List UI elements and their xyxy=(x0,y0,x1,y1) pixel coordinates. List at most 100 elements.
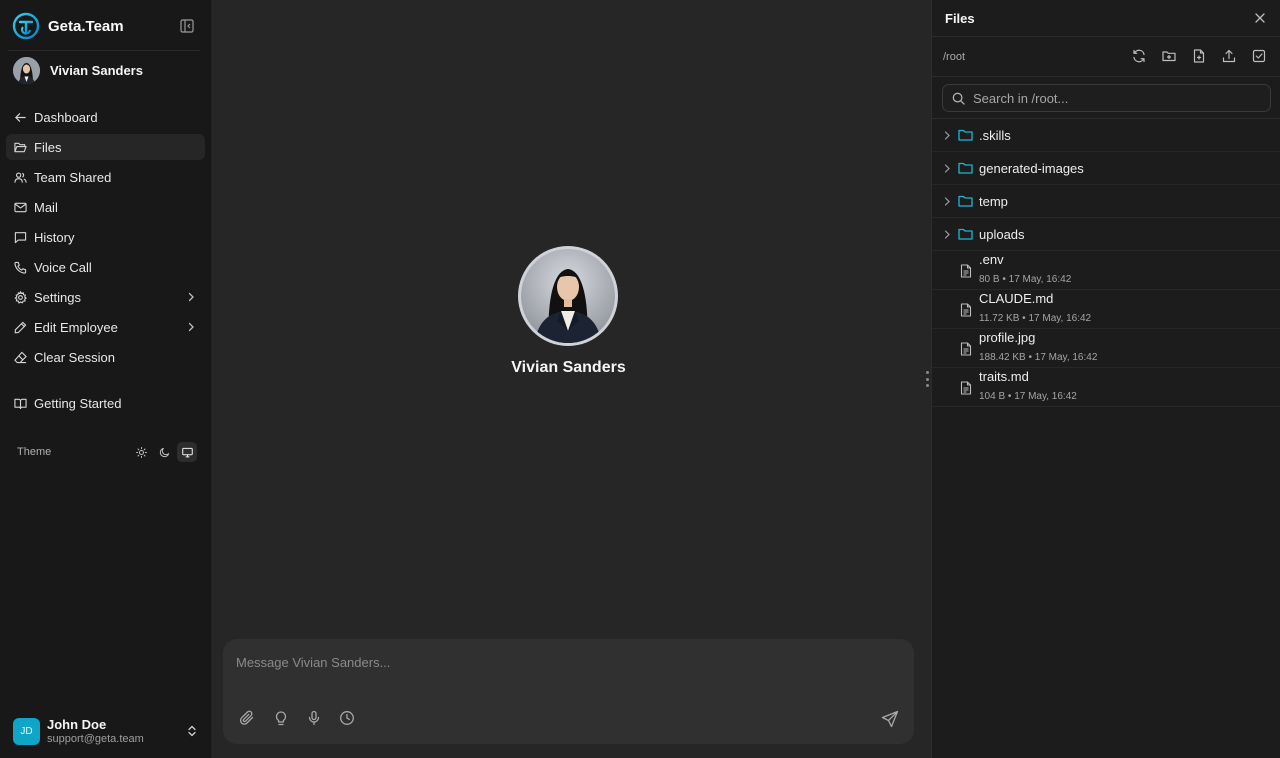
paperclip-icon xyxy=(239,710,254,725)
chevron-right-icon[interactable] xyxy=(943,197,951,206)
sidebar-item-getting-started[interactable]: Getting Started xyxy=(6,390,205,416)
users-icon xyxy=(14,171,27,183)
sidebar: Geta.Team Vivian Sanders Dashboard Files xyxy=(0,0,212,758)
file-text-icon xyxy=(960,264,972,278)
message-input[interactable] xyxy=(236,655,836,670)
panel-resize-handle[interactable] xyxy=(926,371,930,387)
sidebar-item-label: Settings xyxy=(34,289,81,305)
employee-profile-avatar xyxy=(518,246,618,346)
microphone-icon xyxy=(308,710,320,726)
voice-input-button[interactable] xyxy=(306,710,324,728)
file-meta: 11.72 KB • 17 May, 16:42 xyxy=(979,313,1092,324)
sidebar-collapse-icon[interactable] xyxy=(180,19,194,33)
file-text-icon xyxy=(960,342,972,356)
sidebar-item-clear-session[interactable]: Clear Session xyxy=(6,344,205,370)
sidebar-item-voice-call[interactable]: Voice Call xyxy=(6,254,205,280)
user-name: John Doe xyxy=(47,716,107,732)
folder-plus-icon xyxy=(1162,51,1176,62)
refresh-button[interactable] xyxy=(1132,49,1148,65)
sidebar-item-dashboard[interactable]: Dashboard xyxy=(6,104,205,130)
folder-name: temp xyxy=(979,194,1008,209)
checkbox-icon xyxy=(1252,49,1266,63)
new-folder-button[interactable] xyxy=(1162,49,1178,65)
employee-name: Vivian Sanders xyxy=(50,63,143,78)
send-button[interactable] xyxy=(881,710,899,728)
schedule-button[interactable] xyxy=(339,710,357,728)
chevron-right-icon[interactable] xyxy=(943,164,951,173)
sidebar-nav: Dashboard Files Team Shared Mail History… xyxy=(6,104,205,374)
file-search xyxy=(942,84,1271,112)
folder-name: .skills xyxy=(979,128,1011,143)
moon-icon xyxy=(159,447,169,457)
files-toolbar xyxy=(1132,49,1268,65)
sidebar-item-history[interactable]: History xyxy=(6,224,205,250)
file-name: .env xyxy=(979,252,1004,267)
arrow-left-icon xyxy=(15,112,26,122)
sidebar-item-label: Team Shared xyxy=(34,169,112,185)
file-row[interactable]: .env 80 B • 17 May, 16:42 xyxy=(932,251,1280,290)
new-file-button[interactable] xyxy=(1192,49,1208,65)
user-email: support@geta.team xyxy=(47,732,144,745)
theme-light-button[interactable] xyxy=(131,442,151,462)
sidebar-item-team-shared[interactable]: Team Shared xyxy=(6,164,205,190)
folder-open-icon xyxy=(14,142,27,152)
file-row[interactable]: CLAUDE.md 11.72 KB • 17 May, 16:42 xyxy=(932,290,1280,329)
current-path: /root xyxy=(943,51,966,63)
select-mode-button[interactable] xyxy=(1252,49,1268,65)
upload-button[interactable] xyxy=(1222,49,1238,65)
lightbulb-icon xyxy=(275,711,287,726)
sidebar-item-label: Dashboard xyxy=(34,109,98,125)
chevron-up-down-icon xyxy=(188,725,196,737)
eraser-icon xyxy=(14,351,27,363)
book-open-icon xyxy=(14,398,27,409)
file-row[interactable]: profile.jpg 188.42 KB • 17 May, 16:42 xyxy=(932,329,1280,368)
employee-avatar xyxy=(13,57,40,84)
geta-team-logo-icon xyxy=(12,12,40,40)
file-name: profile.jpg xyxy=(979,330,1036,345)
suggestions-button[interactable] xyxy=(273,710,291,728)
file-plus-icon xyxy=(1193,49,1205,63)
close-icon[interactable] xyxy=(1254,12,1266,24)
sidebar-item-label: Edit Employee xyxy=(34,319,118,335)
theme-system-button[interactable] xyxy=(177,442,197,462)
file-meta: 188.42 KB • 17 May, 16:42 xyxy=(979,352,1098,363)
chevron-right-icon xyxy=(188,292,194,302)
chevron-right-icon[interactable] xyxy=(943,230,951,239)
attach-button[interactable] xyxy=(239,710,257,728)
folder-icon xyxy=(958,162,973,174)
file-row[interactable]: traits.md 104 B • 17 May, 16:42 xyxy=(932,368,1280,407)
chevron-right-icon xyxy=(188,322,194,332)
folder-name: uploads xyxy=(979,227,1025,242)
brand-name: Geta.Team xyxy=(48,17,124,35)
folder-icon xyxy=(958,228,973,240)
user-account-menu[interactable]: JD John Doe support@geta.team xyxy=(13,716,201,746)
monitor-icon xyxy=(181,447,193,457)
brand: Geta.Team xyxy=(12,12,200,40)
folder-row[interactable]: uploads xyxy=(932,218,1280,251)
search-icon xyxy=(952,92,965,105)
theme-dark-button[interactable] xyxy=(154,442,174,462)
file-meta: 104 B • 17 May, 16:42 xyxy=(979,391,1077,402)
file-search-input[interactable] xyxy=(973,90,1253,106)
file-tree: .skills generated-images temp uploads .e… xyxy=(932,119,1280,407)
sidebar-item-settings[interactable]: Settings xyxy=(6,284,205,310)
clock-icon xyxy=(340,711,354,725)
sidebar-item-label: Voice Call xyxy=(34,259,92,275)
folder-row[interactable]: .skills xyxy=(932,119,1280,152)
employee-profile[interactable]: Vivian Sanders xyxy=(13,57,143,84)
message-composer xyxy=(223,639,914,744)
folder-row[interactable]: generated-images xyxy=(932,152,1280,185)
sidebar-item-mail[interactable]: Mail xyxy=(6,194,205,220)
sidebar-item-files[interactable]: Files xyxy=(6,134,205,160)
user-avatar: JD xyxy=(13,717,40,745)
refresh-icon xyxy=(1133,49,1145,63)
folder-icon xyxy=(958,129,973,141)
phone-icon xyxy=(14,261,27,274)
file-name: CLAUDE.md xyxy=(979,291,1054,306)
chevron-right-icon[interactable] xyxy=(943,131,951,140)
sidebar-item-edit-employee[interactable]: Edit Employee xyxy=(6,314,205,340)
send-icon xyxy=(881,710,899,728)
chat-area: Vivian Sanders xyxy=(212,0,931,758)
file-text-icon xyxy=(960,303,972,317)
folder-row[interactable]: temp xyxy=(932,185,1280,218)
